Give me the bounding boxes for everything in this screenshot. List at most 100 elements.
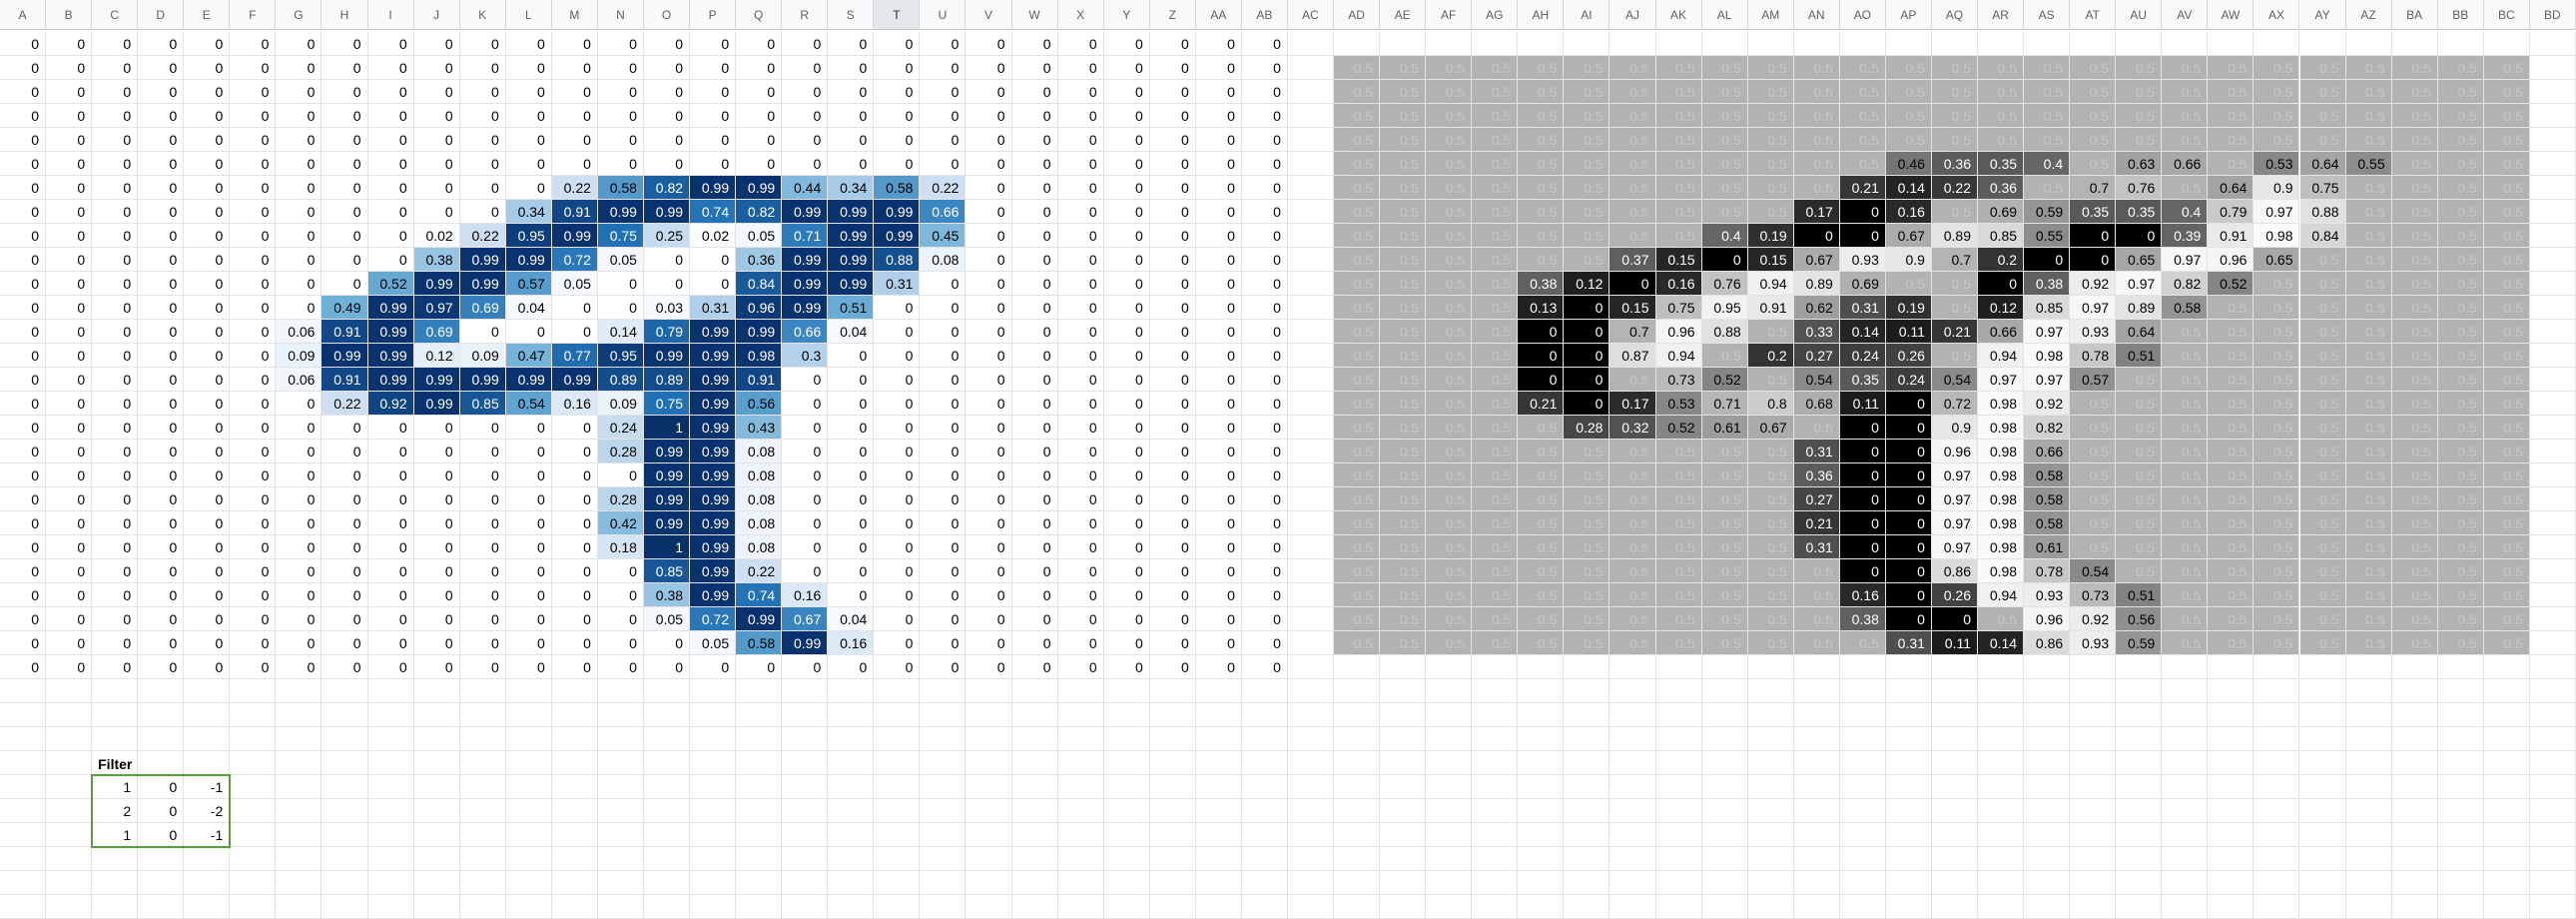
empty-cell[interactable] [2299, 679, 2346, 703]
conv-cell[interactable]: 0.5 [2391, 104, 2438, 128]
image-cell[interactable]: 0.91 [322, 368, 368, 392]
image-cell[interactable]: 0 [505, 655, 552, 679]
image-cell[interactable]: 0 [1149, 416, 1196, 440]
image-cell[interactable]: 0.99 [828, 248, 875, 272]
empty-cell[interactable] [1057, 703, 1104, 727]
conv-cell[interactable]: 0.5 [1655, 607, 1702, 631]
column-header-q[interactable]: Q [736, 0, 783, 30]
conv-cell[interactable]: 0.5 [1564, 200, 1610, 224]
image-cell[interactable]: 0 [505, 535, 552, 559]
image-cell[interactable]: 0.89 [597, 368, 644, 392]
empty-cell[interactable] [138, 679, 185, 703]
conv-cell[interactable]: 0.5 [2483, 320, 2530, 344]
empty-cell[interactable] [597, 895, 644, 919]
image-cell[interactable]: 0 [828, 511, 875, 535]
empty-cell[interactable] [1011, 679, 1058, 703]
empty-cell[interactable] [2254, 871, 2300, 895]
image-cell[interactable]: 0 [1195, 80, 1242, 104]
empty-cell[interactable] [736, 775, 783, 799]
conv-cell[interactable]: 0.5 [2345, 104, 2392, 128]
image-cell[interactable]: 0.06 [276, 320, 322, 344]
empty-cell[interactable] [2437, 775, 2484, 799]
empty-cell[interactable] [1472, 703, 1519, 727]
image-cell[interactable]: 0 [920, 631, 966, 655]
empty-cell[interactable] [2299, 895, 2346, 919]
empty-cell[interactable] [1103, 823, 1150, 847]
empty-cell[interactable] [459, 775, 506, 799]
conv-cell[interactable]: 0.66 [1978, 320, 2025, 344]
image-cell[interactable]: 0.38 [413, 248, 460, 272]
image-cell[interactable]: 0 [1195, 416, 1242, 440]
image-cell[interactable]: 0 [46, 200, 93, 224]
conv-cell[interactable]: 0.27 [1793, 344, 1840, 368]
empty-cell[interactable] [1564, 775, 1610, 799]
conv-cell[interactable]: 0.5 [1472, 248, 1519, 272]
empty-cell[interactable] [2529, 511, 2576, 535]
image-cell[interactable]: 0 [276, 511, 322, 535]
empty-cell[interactable] [2116, 703, 2163, 727]
conv-cell[interactable]: 0.17 [1610, 392, 1656, 416]
empty-cell[interactable] [1655, 799, 1702, 823]
empty-cell[interactable] [966, 871, 1012, 895]
empty-cell[interactable] [1793, 679, 1840, 703]
conv-cell[interactable]: 0.5 [2208, 511, 2254, 535]
empty-cell[interactable] [2299, 799, 2346, 823]
empty-cell[interactable] [1793, 871, 1840, 895]
empty-cell[interactable] [1149, 871, 1196, 895]
empty-cell[interactable] [1931, 799, 1978, 823]
empty-cell[interactable] [138, 751, 185, 775]
image-cell[interactable]: 0.99 [828, 224, 875, 248]
empty-cell[interactable] [2391, 727, 2438, 751]
image-cell[interactable]: 0 [230, 320, 277, 344]
empty-cell[interactable] [1380, 703, 1427, 727]
image-cell[interactable]: 0.08 [736, 487, 783, 511]
image-cell[interactable]: 0 [505, 176, 552, 200]
empty-cell[interactable] [643, 895, 691, 919]
image-cell[interactable]: 0 [1011, 152, 1058, 176]
conv-cell[interactable]: 0.5 [2345, 200, 2392, 224]
empty-cell[interactable] [1287, 607, 1335, 631]
column-header-bb[interactable]: BB [2437, 0, 2484, 30]
empty-cell[interactable] [782, 823, 829, 847]
empty-cell[interactable] [2116, 799, 2163, 823]
conv-cell[interactable]: 0.5 [1564, 152, 1610, 176]
empty-cell[interactable] [1793, 847, 1840, 871]
image-cell[interactable]: 0 [138, 368, 185, 392]
image-cell[interactable]: 0.58 [874, 176, 921, 200]
conv-cell[interactable]: 0.73 [2070, 583, 2117, 607]
conv-cell[interactable]: 0.5 [2162, 104, 2209, 128]
empty-cell[interactable] [1931, 895, 1978, 919]
conv-cell[interactable]: 0.5 [1747, 535, 1794, 559]
image-cell[interactable]: 0 [874, 80, 921, 104]
image-cell[interactable]: 0 [92, 200, 139, 224]
conv-cell[interactable]: 0 [1885, 416, 1932, 440]
empty-cell[interactable] [1978, 679, 2025, 703]
empty-cell[interactable] [322, 871, 368, 895]
empty-cell[interactable] [782, 775, 829, 799]
filter-cell[interactable]: 1 [92, 775, 139, 799]
image-cell[interactable]: 0.22 [459, 224, 506, 248]
conv-cell[interactable]: 0.5 [1701, 80, 1748, 104]
empty-cell[interactable] [1885, 775, 1932, 799]
conv-cell[interactable]: 0.5 [1426, 559, 1473, 583]
image-cell[interactable]: 0.99 [643, 463, 691, 487]
image-cell[interactable]: 0 [92, 416, 139, 440]
conv-cell[interactable]: 0.5 [2299, 344, 2346, 368]
conv-cell[interactable]: 0.5 [2208, 80, 2254, 104]
conv-cell[interactable]: 0.5 [2162, 176, 2209, 200]
image-cell[interactable]: 0 [0, 631, 47, 655]
empty-cell[interactable] [2116, 679, 2163, 703]
conv-cell[interactable]: 0.5 [1564, 607, 1610, 631]
image-cell[interactable]: 0 [459, 511, 506, 535]
conv-cell[interactable]: 0.5 [1472, 152, 1519, 176]
empty-cell[interactable] [413, 751, 460, 775]
conv-cell[interactable]: 0.5 [1518, 607, 1565, 631]
conv-cell[interactable]: 0.5 [1380, 104, 1427, 128]
conv-cell[interactable]: 0.5 [2483, 416, 2530, 440]
empty-cell[interactable] [643, 847, 691, 871]
conv-cell[interactable]: 0.5 [1978, 128, 2025, 152]
image-cell[interactable]: 0 [413, 655, 460, 679]
empty-cell[interactable] [2483, 32, 2530, 56]
conv-cell[interactable]: 0.5 [1564, 559, 1610, 583]
image-cell[interactable]: 0 [0, 440, 47, 463]
